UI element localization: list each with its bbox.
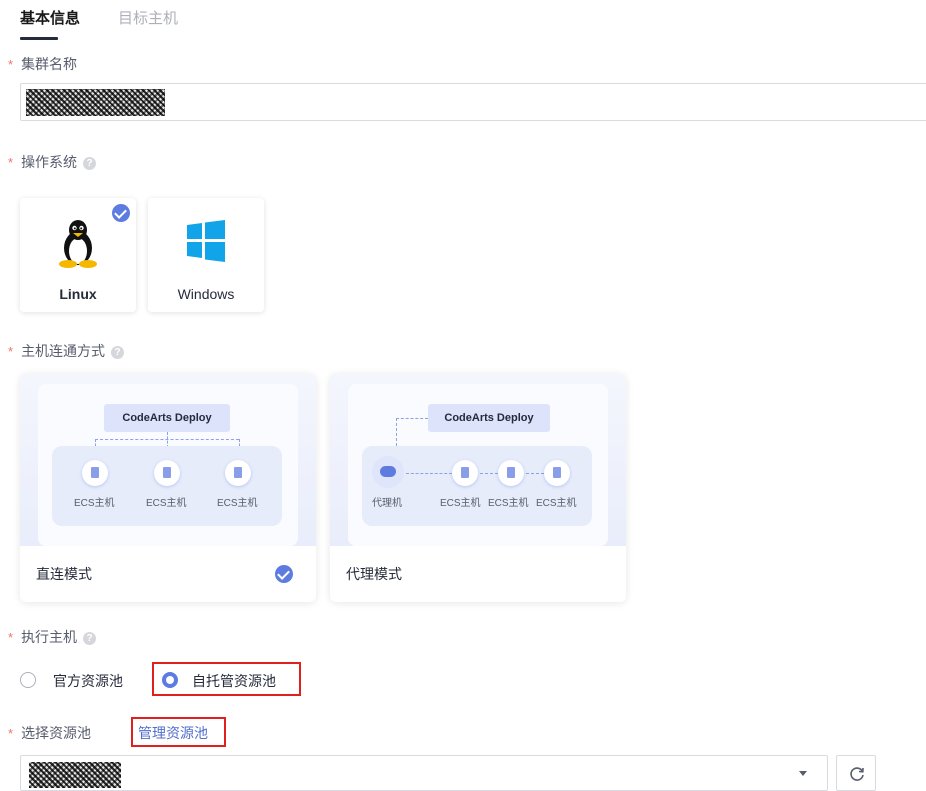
cluster-name-label: * 集群名称 bbox=[8, 56, 78, 72]
selected-check-icon bbox=[275, 565, 293, 583]
required-mark: * bbox=[8, 630, 14, 645]
direct-mode-diagram: CodeArts Deploy ECS主机 ECS主机 ECS主机 bbox=[20, 374, 316, 546]
radio-label: 自托管资源池 bbox=[192, 673, 276, 689]
resource-pool-label: * 选择资源池 bbox=[8, 725, 92, 741]
linux-penguin-icon bbox=[59, 220, 97, 268]
connector-line bbox=[406, 473, 452, 474]
chevron-down-icon bbox=[799, 771, 807, 776]
codearts-deploy-box: CodeArts Deploy bbox=[104, 404, 230, 432]
node-label: ECS主机 bbox=[440, 498, 481, 509]
manage-resource-pool-link[interactable]: 管理资源池 bbox=[138, 723, 208, 743]
question-circle-icon[interactable]: ? bbox=[111, 345, 125, 359]
tab-active-indicator bbox=[20, 37, 58, 40]
connector-line bbox=[526, 473, 544, 474]
required-mark: * bbox=[8, 57, 14, 72]
server-icon bbox=[544, 460, 570, 486]
ecs-group: ECS主机 ECS主机 ECS主机 bbox=[52, 446, 282, 526]
mode-footer: 代理模式 bbox=[330, 546, 626, 602]
server-icon bbox=[82, 460, 108, 486]
mode-title: 代理模式 bbox=[346, 566, 402, 582]
refresh-button[interactable] bbox=[836, 755, 876, 791]
question-circle-icon[interactable]: ? bbox=[83, 631, 97, 645]
tab-bar: 基本信息 目标主机 bbox=[0, 0, 926, 44]
os-option-label: Linux bbox=[59, 286, 97, 302]
exec-host-label: * 执行主机? bbox=[8, 627, 97, 648]
codearts-deploy-box: CodeArts Deploy bbox=[428, 404, 550, 432]
radio-indicator bbox=[20, 672, 36, 688]
selected-check-icon bbox=[112, 204, 130, 222]
resource-pool-select[interactable] bbox=[20, 755, 828, 791]
radio-indicator bbox=[162, 672, 178, 688]
node-label: ECS主机 bbox=[74, 498, 115, 509]
connection-option-direct[interactable]: CodeArts Deploy ECS主机 ECS主机 ECS主机 直连模式 bbox=[20, 374, 316, 602]
required-mark: * bbox=[8, 726, 14, 741]
radio-label: 官方资源池 bbox=[53, 673, 123, 689]
server-icon bbox=[154, 460, 180, 486]
mode-title: 直连模式 bbox=[36, 566, 92, 582]
windows-logo-icon bbox=[187, 220, 225, 262]
proxy-mode-diagram: CodeArts Deploy 代理机 ECS主机 ECS主机 ECS主机 bbox=[330, 374, 626, 546]
node-label: 代理机 bbox=[372, 498, 402, 509]
required-mark: * bbox=[8, 344, 14, 359]
mode-footer: 直连模式 bbox=[20, 546, 316, 602]
node-label: ECS主机 bbox=[488, 498, 529, 509]
node-label: ECS主机 bbox=[146, 498, 187, 509]
server-icon bbox=[452, 460, 478, 486]
tab-target-host[interactable]: 目标主机 bbox=[118, 9, 178, 29]
os-option-windows[interactable]: Windows bbox=[148, 198, 264, 312]
connector-line bbox=[480, 473, 498, 474]
refresh-icon bbox=[850, 767, 864, 781]
cluster-name-input[interactable] bbox=[20, 83, 926, 121]
redacted-value bbox=[26, 89, 165, 116]
server-icon bbox=[225, 460, 251, 486]
os-label: * 操作系统? bbox=[8, 152, 97, 173]
node-label: ECS主机 bbox=[217, 498, 258, 509]
os-option-linux[interactable]: Linux bbox=[20, 198, 136, 312]
connection-label: * 主机连通方式? bbox=[8, 341, 125, 362]
ecs-group: 代理机 ECS主机 ECS主机 ECS主机 bbox=[362, 446, 592, 526]
node-label: ECS主机 bbox=[536, 498, 577, 509]
question-circle-icon[interactable]: ? bbox=[83, 156, 97, 170]
proxy-cloud-icon bbox=[372, 456, 404, 488]
tab-basic-info[interactable]: 基本信息 bbox=[20, 9, 80, 29]
connection-option-proxy[interactable]: CodeArts Deploy 代理机 ECS主机 ECS主机 ECS主机 代理… bbox=[330, 374, 626, 602]
connector-line bbox=[95, 439, 239, 440]
connector-line bbox=[396, 418, 428, 419]
required-mark: * bbox=[8, 155, 14, 170]
os-option-label: Windows bbox=[177, 286, 235, 302]
server-icon bbox=[498, 460, 524, 486]
redacted-value bbox=[29, 762, 121, 788]
